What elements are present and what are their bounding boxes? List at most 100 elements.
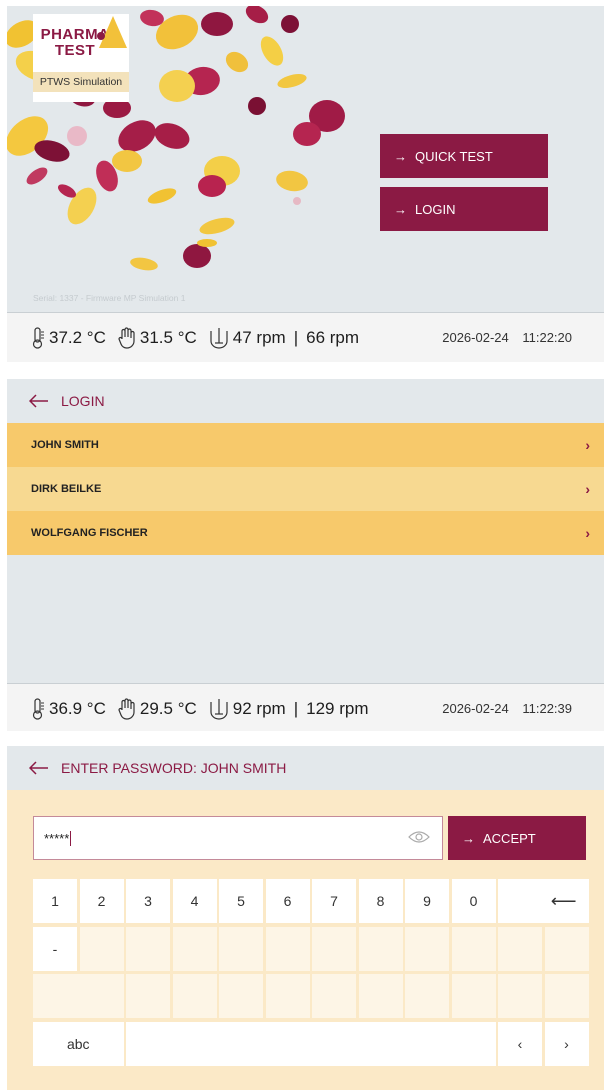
temperature-1-value: 36.9 °C: [49, 698, 106, 718]
status-bar: 37.2 °C 31.5 °C 47 rpm | 66 rpm 2026-02-…: [7, 312, 604, 362]
abc-key[interactable]: abc: [33, 1021, 124, 1066]
empty-key: [33, 974, 124, 1018]
serial-info: Serial: 1337 - Firmware MP Simulation 1: [33, 293, 186, 303]
empty-key: [265, 974, 310, 1018]
arrow-right-icon: →: [462, 830, 475, 846]
rpm-readout: 47 rpm | 66 rpm: [209, 327, 359, 349]
status-date: 2026-02-24: [442, 330, 509, 345]
cursor-left-key[interactable]: ‹: [498, 1021, 542, 1066]
key-2[interactable]: 2: [79, 879, 124, 923]
rpm-2-value: 129 rpm: [306, 698, 369, 718]
rpm-separator: |: [293, 327, 299, 347]
chevron-right-icon: ›: [585, 481, 590, 497]
status-bar: 36.9 °C 29.5 °C 92 rpm | 129 rpm 2026-02…: [7, 683, 604, 731]
space-key[interactable]: [126, 1021, 496, 1066]
empty-key: [358, 926, 403, 971]
simulation-badge: PTWS Simulation: [33, 72, 129, 92]
empty-key: [126, 974, 170, 1018]
datetime: 2026-02-24 11:22:39: [442, 701, 572, 716]
back-arrow-icon[interactable]: [29, 394, 49, 408]
key-5[interactable]: 5: [219, 879, 263, 923]
rpm-1-value: 47 rpm: [232, 327, 286, 347]
login-label: LOGIN: [415, 201, 456, 217]
status-date: 2026-02-24: [442, 701, 509, 716]
thermometer-icon: [32, 697, 44, 720]
user-row-dirk-beilke[interactable]: DIRK BEILKE ›: [7, 467, 604, 511]
cursor-right-key[interactable]: ›: [544, 1021, 589, 1066]
home-screen: PHARMA TEST PTWS Simulation → QUICK TEST…: [7, 6, 604, 362]
password-input[interactable]: *****: [33, 816, 443, 860]
rpm-1-value: 92 rpm: [232, 698, 286, 718]
user-row-wolfgang-fischer[interactable]: WOLFGANG FISCHER ›: [7, 511, 604, 555]
hand-icon: [118, 697, 135, 720]
key-0[interactable]: 0: [451, 879, 496, 923]
empty-key: [358, 974, 403, 1018]
key-3[interactable]: 3: [126, 879, 170, 923]
key-9[interactable]: 9: [405, 879, 449, 923]
user-name: DIRK BEILKE: [31, 483, 102, 495]
arrow-right-icon: →: [394, 148, 407, 164]
accept-label: ACCEPT: [483, 830, 536, 846]
user-row-john-smith[interactable]: JOHN SMITH ›: [7, 423, 604, 467]
empty-key: [126, 926, 170, 971]
login-title: LOGIN: [61, 393, 105, 409]
empty-key: [405, 926, 449, 971]
empty-key: [451, 974, 496, 1018]
password-header: ENTER PASSWORD: JOHN SMITH: [7, 746, 604, 790]
temperature-1: 37.2 °C: [31, 326, 106, 349]
logo-triangle-icon: [97, 16, 127, 48]
temperature-2: 29.5 °C: [118, 697, 197, 720]
temperature-1: 36.9 °C: [31, 697, 106, 720]
key-7[interactable]: 7: [312, 879, 356, 923]
empty-key: [79, 926, 124, 971]
back-arrow-icon[interactable]: [29, 761, 49, 775]
status-time: 11:22:20: [522, 330, 572, 345]
vessel-icon: [210, 698, 228, 720]
empty-key: [544, 974, 589, 1018]
user-name: WOLFGANG FISCHER: [31, 527, 148, 539]
password-screen: ENTER PASSWORD: JOHN SMITH ***** → ACCEP…: [7, 746, 604, 1090]
empty-key: [172, 926, 217, 971]
empty-key: [498, 974, 542, 1018]
empty-key: [405, 974, 449, 1018]
key-dash[interactable]: -: [33, 926, 77, 971]
empty-key: [312, 974, 356, 1018]
rpm-separator: |: [293, 698, 299, 718]
password-value: *****: [44, 830, 70, 846]
accept-button[interactable]: → ACCEPT: [448, 816, 586, 860]
eye-icon[interactable]: [408, 830, 430, 844]
login-header: LOGIN: [7, 379, 604, 423]
password-area: ***** → ACCEPT 1 2 3 4 5 6 7 8 9 0 ⟵ - abc ‹ ›: [7, 790, 604, 1090]
temperature-2: 31.5 °C: [118, 326, 197, 349]
key-4[interactable]: 4: [172, 879, 217, 923]
empty-key: [544, 926, 589, 971]
empty-key: [265, 926, 310, 971]
vessel-icon: [210, 327, 228, 349]
login-button[interactable]: → LOGIN: [380, 187, 548, 231]
rpm-readout: 92 rpm | 129 rpm: [209, 698, 369, 720]
empty-key: [219, 974, 263, 1018]
backspace-key[interactable]: ⟵: [498, 879, 589, 923]
rpm-2-value: 66 rpm: [306, 327, 360, 347]
empty-key: [219, 926, 263, 971]
empty-key: [172, 974, 217, 1018]
empty-key: [451, 926, 496, 971]
temperature-2-value: 31.5 °C: [139, 327, 197, 347]
status-time: 11:22:39: [522, 701, 572, 716]
hand-icon: [118, 326, 135, 349]
key-1[interactable]: 1: [33, 879, 77, 923]
empty-key: [312, 926, 356, 971]
arrow-right-icon: →: [394, 201, 407, 217]
quick-test-label: QUICK TEST: [415, 148, 493, 164]
chevron-right-icon: ›: [585, 525, 590, 541]
text-caret: [70, 830, 72, 846]
user-name: JOHN SMITH: [31, 439, 99, 451]
key-8[interactable]: 8: [358, 879, 403, 923]
thermometer-icon: [32, 326, 44, 349]
quick-test-button[interactable]: → QUICK TEST: [380, 134, 548, 178]
key-6[interactable]: 6: [265, 879, 310, 923]
empty-key: [498, 926, 542, 971]
datetime: 2026-02-24 11:22:20: [442, 330, 572, 345]
chevron-right-icon: ›: [585, 437, 590, 453]
temperature-1-value: 37.2 °C: [49, 327, 106, 347]
